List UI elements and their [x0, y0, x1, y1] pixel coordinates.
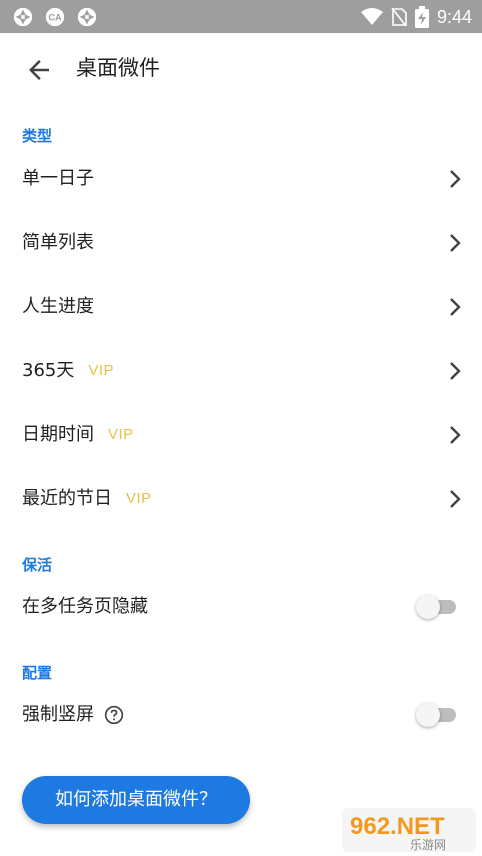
hide-in-recents-toggle[interactable] — [416, 592, 458, 622]
aperture-icon — [77, 7, 97, 27]
chevron-right-icon — [450, 362, 461, 380]
status-time: 9:44 — [436, 7, 472, 27]
ca-app-icon: CA — [45, 7, 65, 27]
widget-type-label: 日期时间 — [22, 424, 94, 445]
status-bar: CA 9:44 — [0, 0, 482, 33]
svg-text:CA: CA — [48, 13, 62, 23]
hide-in-recents-label: 在多任务页隐藏 — [22, 596, 148, 617]
row-label-wrap: 人生进度 — [22, 277, 94, 337]
help-circle-icon[interactable] — [104, 705, 124, 725]
how-to-add-widget-button[interactable]: 如何添加桌面微件？ — [22, 776, 250, 824]
force-portrait-toggle[interactable] — [416, 700, 458, 730]
row-label-wrap: 日期时间 VIP — [22, 405, 134, 465]
row-label-wrap: 在多任务页隐藏 — [22, 577, 148, 637]
section-header-type: 类型 — [22, 127, 53, 145]
widget-type-row[interactable]: 人生进度 — [0, 277, 482, 337]
chevron-right-icon — [450, 298, 461, 316]
toggle-thumb — [416, 595, 440, 619]
force-portrait-row[interactable]: 强制竖屏 — [0, 685, 482, 745]
section-header-config: 配置 — [22, 664, 53, 682]
vip-badge: VIP — [88, 362, 115, 379]
section-header-keepalive: 保活 — [22, 556, 53, 574]
widget-type-row[interactable]: 日期时间 VIP — [0, 405, 482, 465]
no-sim-icon — [391, 7, 407, 27]
widget-type-label: 简单列表 — [22, 232, 94, 253]
aperture-icon — [13, 7, 33, 27]
force-portrait-label: 强制竖屏 — [22, 704, 94, 725]
vip-badge: VIP — [108, 426, 134, 443]
row-label-wrap: 365天 VIP — [22, 341, 114, 401]
vip-badge: VIP — [126, 490, 152, 507]
chevron-right-icon — [450, 426, 461, 444]
row-label-wrap: 简单列表 — [22, 213, 94, 273]
wifi-icon — [360, 8, 383, 25]
app-toolbar: 桌面微件 — [0, 33, 482, 103]
widget-type-label: 最近的节日 — [22, 488, 112, 509]
chevron-right-icon — [450, 234, 461, 252]
site-watermark-logo: 962.NET 乐游网 — [342, 808, 476, 852]
widget-type-label: 365天 — [22, 360, 75, 381]
back-arrow-icon[interactable] — [24, 55, 54, 85]
watermark-logo-text: 962.NET — [350, 813, 445, 840]
widget-type-label: 单一日子 — [22, 168, 94, 189]
row-label-wrap: 最近的节日 VIP — [22, 469, 152, 529]
watermark-sub-text: 乐游网 — [410, 838, 446, 852]
chevron-right-icon — [450, 170, 461, 188]
widget-type-row[interactable]: 最近的节日 VIP — [0, 469, 482, 529]
toggle-thumb — [416, 703, 440, 727]
page-title: 桌面微件 — [76, 56, 160, 80]
status-right-icons: 9:44 — [360, 4, 472, 30]
row-label-wrap: 强制竖屏 — [22, 685, 124, 745]
widget-type-label: 人生进度 — [22, 296, 94, 317]
row-label-wrap: 单一日子 — [22, 149, 94, 209]
widget-type-row[interactable]: 简单列表 — [0, 213, 482, 273]
battery-charging-icon — [414, 6, 429, 28]
widget-type-row[interactable]: 365天 VIP — [0, 341, 482, 401]
status-left-icons: CA — [12, 6, 98, 28]
hide-in-recents-row[interactable]: 在多任务页隐藏 — [0, 577, 482, 637]
widget-type-row[interactable]: 单一日子 — [0, 149, 482, 209]
chevron-right-icon — [450, 490, 461, 508]
